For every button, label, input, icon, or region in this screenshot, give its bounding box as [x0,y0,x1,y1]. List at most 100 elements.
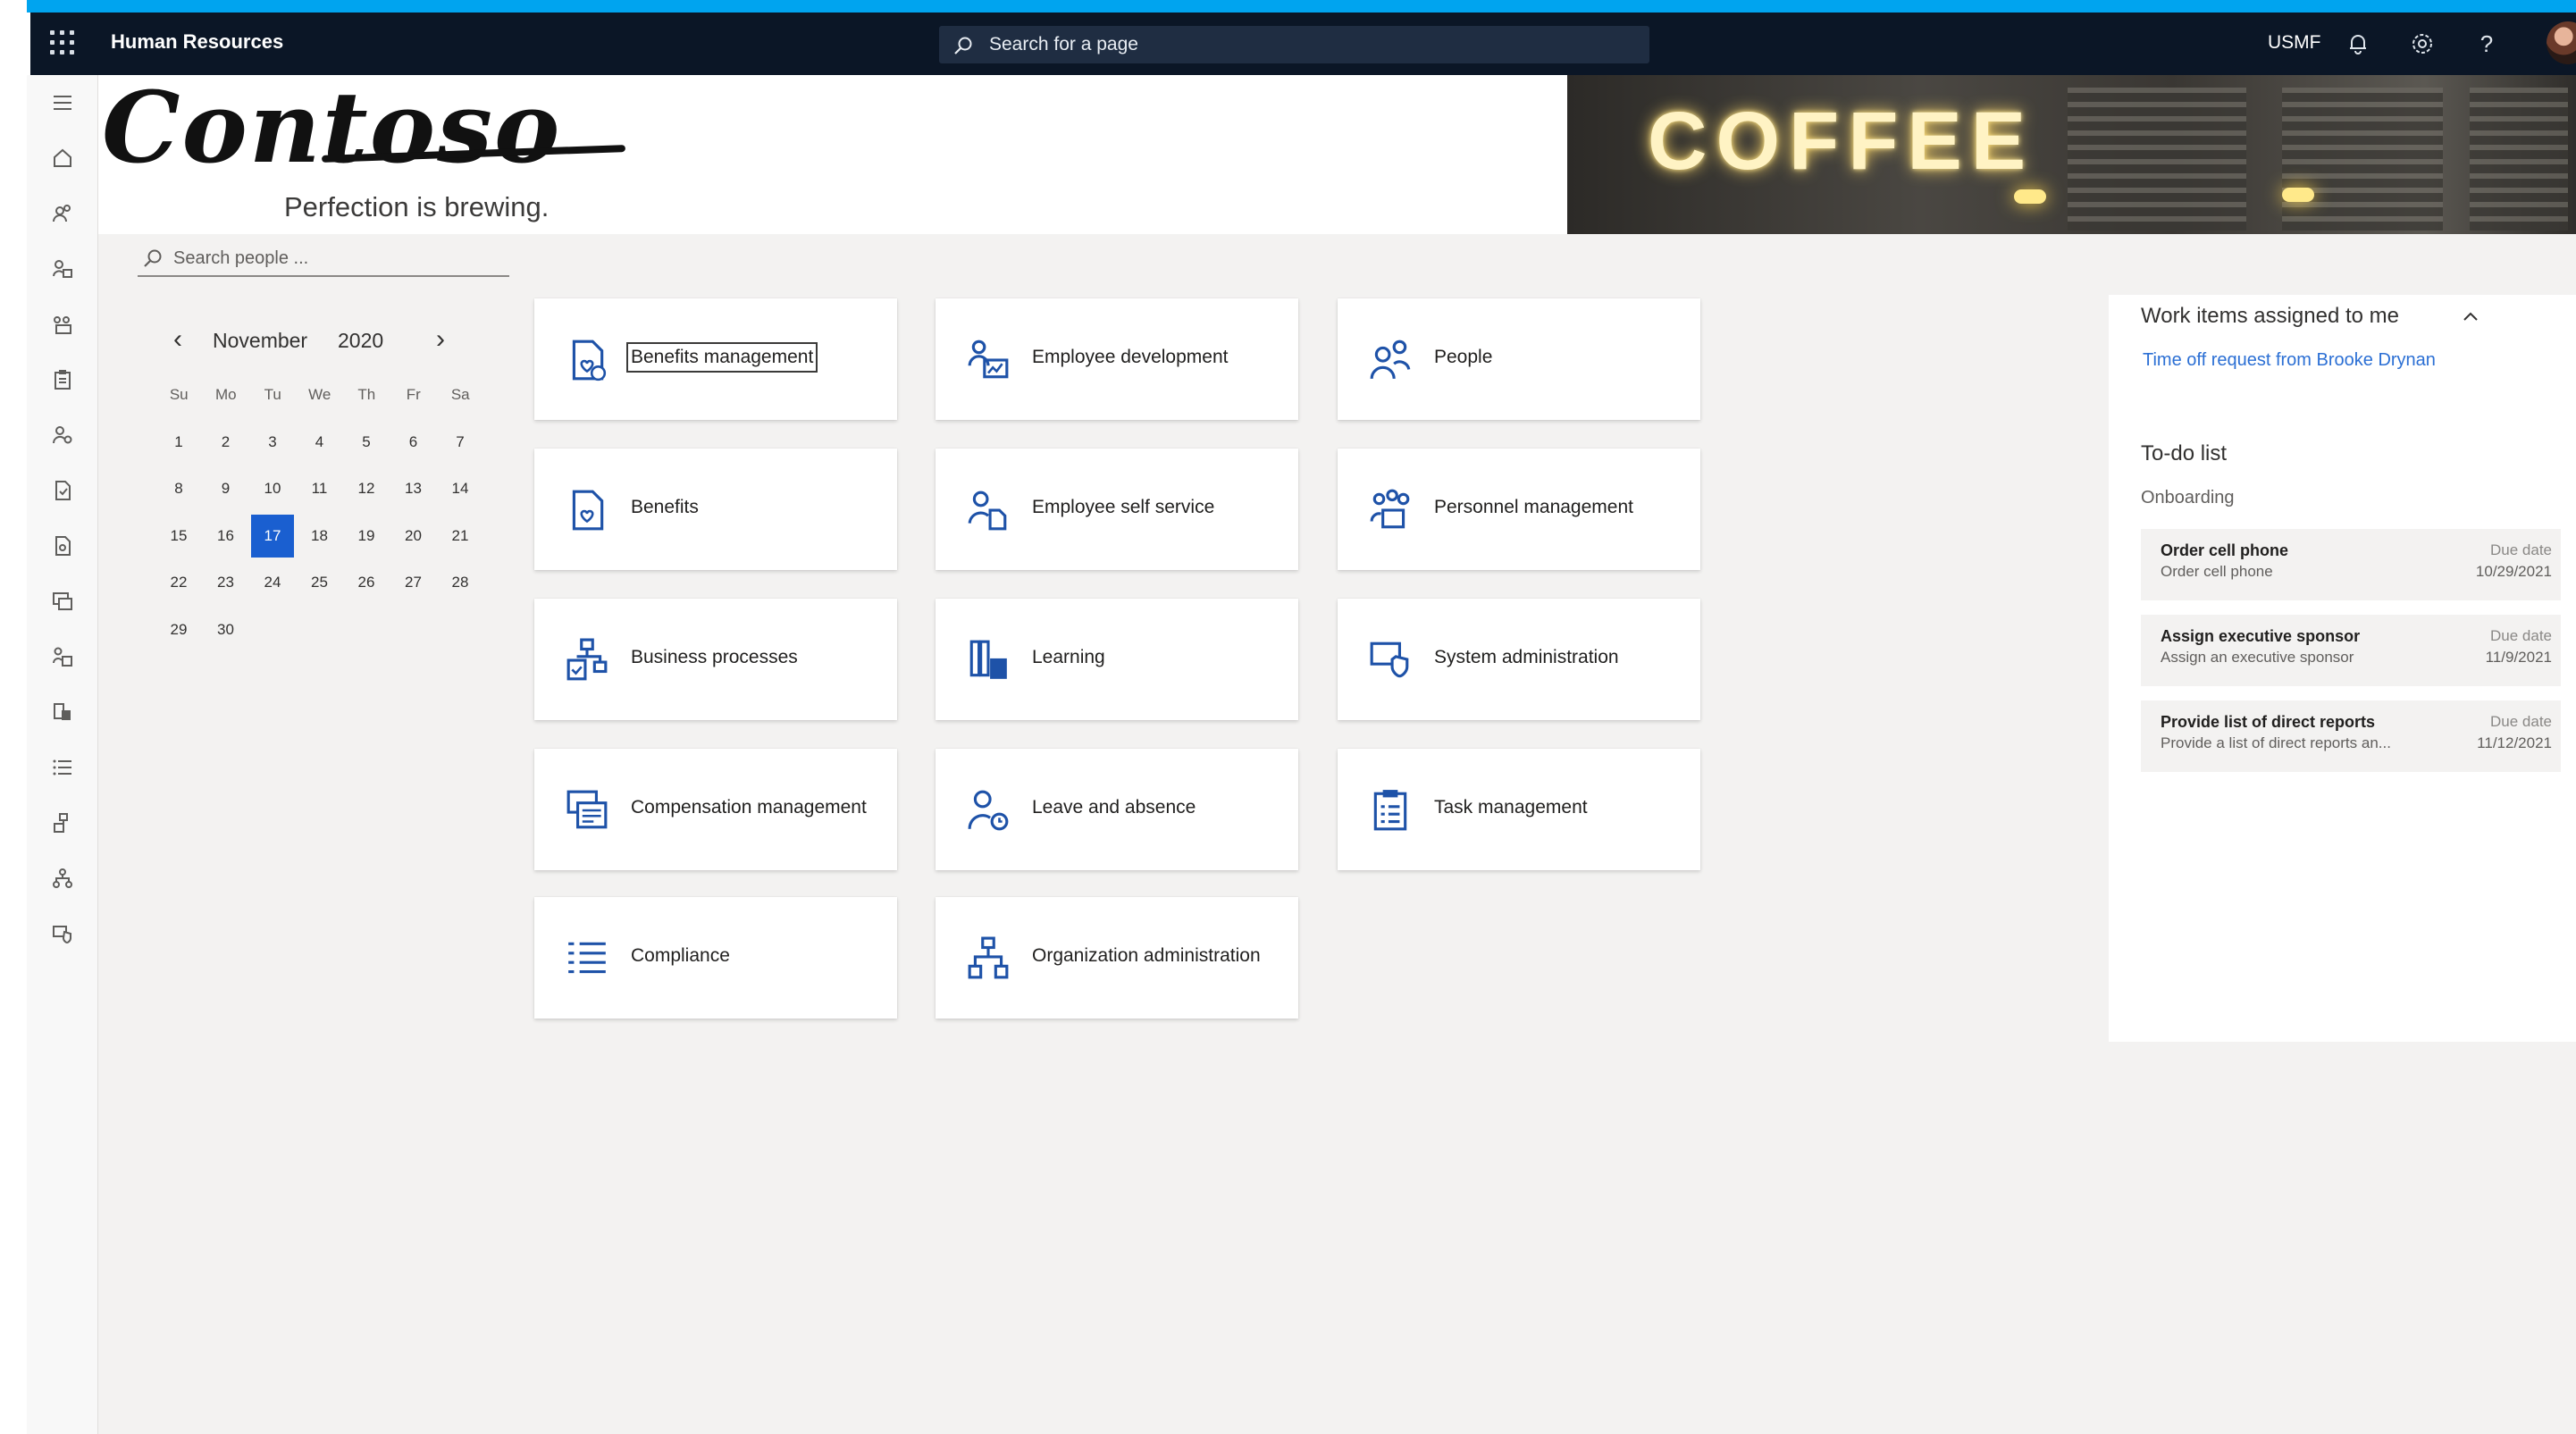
document-icon[interactable] [47,475,78,506]
app-title[interactable]: Human Resources [111,30,283,54]
calendar-day[interactable]: 26 [345,561,388,604]
calendar-weekday: Tu [264,386,281,403]
calendar-day[interactable]: 2 [205,421,248,464]
tile-task-management[interactable]: Task management [1338,749,1700,870]
person-badge-icon[interactable] [47,420,78,450]
todo-item[interactable]: Order cell phone Order cell phone Due date… [2141,529,2561,600]
calendar-day[interactable]: 3 [251,421,294,464]
waffle-icon[interactable] [50,30,75,55]
tagline: Perfection is brewing. [284,191,550,222]
calendar-day[interactable]: 7 [439,421,482,464]
tile-business-processes[interactable]: Business processes [534,599,897,720]
calendar-month[interactable]: November [213,329,307,353]
person-report-icon[interactable] [47,642,78,672]
calendar-day[interactable]: 11 [298,467,341,510]
chevron-right-icon[interactable]: › [427,326,454,354]
todo-due-date: 11/12/2021 [2477,734,2552,751]
calendar-day[interactable]: 15 [157,515,200,558]
tile-benefits[interactable]: Benefits [534,449,897,570]
people-search-input[interactable] [173,246,495,271]
todo-title: To-do list [2141,441,2228,465]
book-icon[interactable] [47,697,78,727]
gear-icon[interactable] [2409,30,2436,57]
tile-benefits-management[interactable]: Benefits management [534,298,897,420]
tile-label: Business processes [631,647,798,667]
calendar-day[interactable]: 14 [439,467,482,510]
todo-item[interactable]: Provide list of direct reports Provide a … [2141,700,2561,772]
person-tag-icon[interactable] [47,254,78,284]
todo-item-description: Order cell phone [2161,563,2273,580]
bell-icon[interactable] [2345,30,2371,57]
tile-compliance[interactable]: Compliance [534,897,897,1019]
tile-employee-self-service[interactable]: Employee self service [936,449,1298,570]
calendar-day[interactable]: 23 [205,561,248,604]
chevron-up-icon[interactable] [2459,306,2482,329]
calendar-day[interactable]: 1 [157,421,200,464]
calendar-day[interactable]: 29 [157,608,200,651]
clipboard-icon[interactable] [47,365,78,395]
calendar-day[interactable]: 6 [392,421,435,464]
calendar-day[interactable]: 19 [345,515,388,558]
calendar-day[interactable]: 9 [205,467,248,510]
tile-label: Task management [1434,797,1588,818]
todo-group-label: Onboarding [2141,488,2235,507]
calendar-day-selected[interactable]: 17 [251,514,294,558]
calendar-day[interactable]: 30 [205,608,248,651]
tile-system-administration[interactable]: System administration [1338,599,1700,720]
help-icon[interactable]: ? [2473,30,2500,57]
work-item-link[interactable]: Time off request from Brooke Drynan [2143,350,2436,371]
calendar-day[interactable]: 5 [345,421,388,464]
people-search-box[interactable] [138,241,509,277]
todo-item[interactable]: Assign executive sponsor Assign an execut… [2141,615,2561,686]
calendar-day[interactable]: 4 [298,421,341,464]
tile-label: Leave and absence [1032,797,1196,818]
company-selector[interactable]: USMF [2268,32,2321,54]
tile-compensation-management[interactable]: Compensation management [534,749,897,870]
avatar[interactable] [2547,21,2576,64]
calendar-year[interactable]: 2020 [338,329,383,353]
calendar-day[interactable]: 18 [298,515,341,558]
todo-due-label: Due date [2490,627,2552,644]
tile-personnel-management[interactable]: Personnel management [1338,449,1700,570]
calendar-day[interactable]: 27 [392,561,435,604]
accent-bar [27,0,2576,13]
tile-learning[interactable]: Learning [936,599,1298,720]
tile-label: Learning [1032,647,1105,667]
tile-label: People [1434,347,1493,367]
home-icon[interactable] [47,143,78,173]
calendar-day[interactable]: 20 [392,515,435,558]
list-icon[interactable] [47,752,78,783]
hierarchy-icon[interactable] [47,863,78,893]
chevron-left-icon[interactable]: ‹ [164,326,191,354]
calendar-day[interactable]: 24 [251,561,294,604]
tile-leave-and-absence[interactable]: Leave and absence [936,749,1298,870]
calendar-day[interactable]: 21 [439,515,482,558]
tile-employee-development[interactable]: Employee development [936,298,1298,420]
organization-icon[interactable] [47,808,78,838]
document-cert-icon[interactable] [47,531,78,561]
benefits-icon [565,488,609,533]
calendar-day[interactable]: 8 [157,467,200,510]
people-icon[interactable] [47,198,78,229]
tile-people[interactable]: People [1338,298,1700,420]
employee-development-icon [966,338,1011,382]
compensation-icon[interactable] [47,586,78,616]
app-window: Human Resources USMF ? [0,0,2576,1434]
tile-organization-administration[interactable]: Organization administration [936,897,1298,1019]
calendar-day[interactable]: 13 [392,467,435,510]
personnel-management-icon [1368,488,1413,533]
business-processes-icon [565,638,609,683]
hamburger-icon[interactable] [47,88,78,118]
calendar-day[interactable]: 12 [345,467,388,510]
workspace-content: Contoso Perfection is brewing. COFFEE ‹ … [98,75,2576,1434]
calendar-day[interactable]: 25 [298,561,341,604]
calendar-day[interactable]: 16 [205,515,248,558]
calendar-day[interactable]: 22 [157,561,200,604]
calendar-day[interactable]: 10 [251,467,294,510]
group-icon[interactable] [47,309,78,340]
calendar-day[interactable]: 28 [439,561,482,604]
page-search-input[interactable] [989,31,1615,58]
page-search-box[interactable] [939,26,1649,63]
shield-icon[interactable] [47,918,78,949]
todo-due-label: Due date [2490,713,2552,730]
